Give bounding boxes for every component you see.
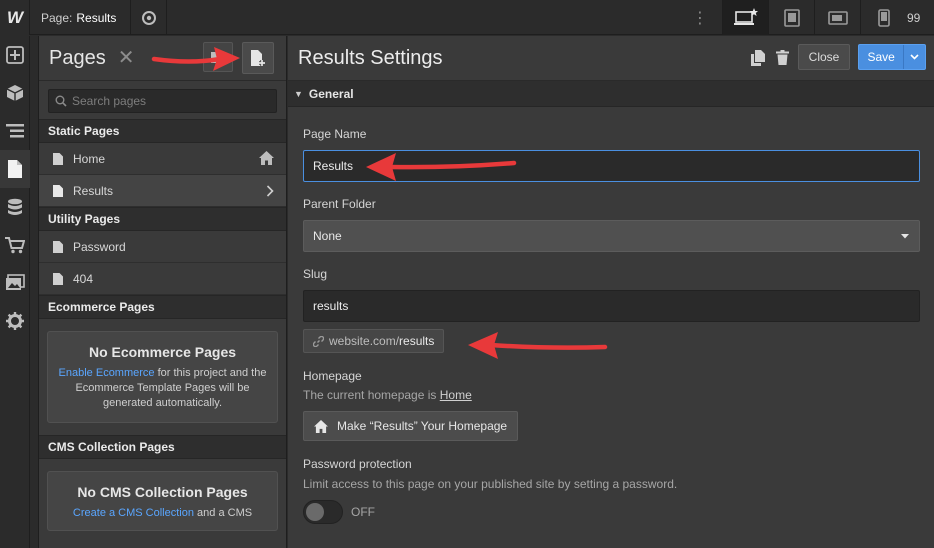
password-protection-label: Password protection xyxy=(303,457,412,471)
search-box xyxy=(48,89,277,113)
password-toggle[interactable] xyxy=(303,500,343,524)
navigator-icon[interactable] xyxy=(0,112,30,150)
pages-panel-header: Pages ✕ xyxy=(39,36,286,81)
top-bar: W Page: Results ⋮ 99 xyxy=(0,0,934,35)
page-settings-panel: Results Settings Close Save ▼ General Pa… xyxy=(288,36,934,548)
slug-url-chip[interactable]: website.com/results xyxy=(303,329,445,353)
add-folder-button[interactable] xyxy=(203,42,233,72)
canvas-width-readout: 99 xyxy=(907,10,921,25)
collapse-triangle-icon: ▼ xyxy=(294,88,303,99)
landscape-breakpoint-icon[interactable] xyxy=(814,0,860,35)
general-section-header[interactable]: ▼ General xyxy=(288,81,934,107)
create-cms-link[interactable]: Create a CMS Collection xyxy=(73,507,194,519)
current-page-name: Results xyxy=(76,10,117,25)
save-button[interactable]: Save xyxy=(858,44,926,70)
homepage-label: Homepage xyxy=(303,369,362,383)
parent-folder-label: Parent Folder xyxy=(303,197,376,211)
page-name-input[interactable] xyxy=(303,150,920,182)
left-toolbar xyxy=(0,36,30,548)
page-row-label: Results xyxy=(73,183,114,198)
page-breadcrumb[interactable]: Page: Results xyxy=(31,0,131,35)
page-doc-icon xyxy=(53,184,63,197)
slug-label: Slug xyxy=(303,267,328,281)
add-icon[interactable] xyxy=(0,36,30,74)
mobile-breakpoint-icon[interactable] xyxy=(860,0,906,35)
chevron-down-icon[interactable] xyxy=(903,45,925,69)
toggle-knob xyxy=(306,503,324,521)
password-protection-help: Limit access to this page on your publis… xyxy=(303,477,678,491)
page-row-label: 404 xyxy=(73,271,94,286)
slug-url-wrapper: website.com/results xyxy=(303,329,920,353)
close-button[interactable]: Close xyxy=(798,44,850,70)
preview-eye-icon[interactable] xyxy=(131,0,167,35)
make-homepage-button[interactable]: Make “Results” Your Homepage xyxy=(303,411,519,441)
settings-header: Results Settings Close Save xyxy=(288,36,934,81)
parent-folder-select[interactable]: None xyxy=(303,220,920,252)
page-prefix: Page: xyxy=(41,10,73,25)
page-name-label: Page Name xyxy=(303,127,367,141)
cms-empty-title: No CMS Collection Pages xyxy=(77,484,248,500)
add-page-button[interactable] xyxy=(242,42,274,74)
page-row-404[interactable]: 404 xyxy=(39,263,286,295)
tablet-breakpoint-icon[interactable] xyxy=(768,0,814,35)
make-homepage-wrapper: Make “Results” Your Homepage xyxy=(303,411,920,441)
trash-icon[interactable] xyxy=(776,50,789,65)
password-toggle-row: OFF xyxy=(303,500,920,524)
webflow-logo[interactable]: W xyxy=(0,0,30,35)
page-doc-icon xyxy=(53,240,63,253)
cms-empty-state: No CMS Collection Pages Create a CMS Col… xyxy=(47,471,278,531)
box-icon[interactable] xyxy=(0,74,30,112)
cms-pages-header: CMS Collection Pages xyxy=(39,435,286,459)
page-row-home[interactable]: Home xyxy=(39,143,286,175)
ecommerce-pages-header: Ecommerce Pages xyxy=(39,295,286,319)
utility-pages-header: Utility Pages xyxy=(39,207,286,231)
pages-panel: Pages ✕ Static Pages Home Results Utilit… xyxy=(38,36,287,548)
search-pages-input[interactable] xyxy=(72,94,252,108)
page-row-results[interactable]: Results xyxy=(39,175,286,207)
more-options-icon[interactable]: ⋮ xyxy=(688,0,712,35)
save-label: Save xyxy=(867,50,895,64)
page-row-password[interactable]: Password xyxy=(39,231,286,263)
home-icon xyxy=(259,151,274,165)
cms-icon[interactable] xyxy=(0,188,30,226)
settings-form: Page Name Parent Folder None Slug websit… xyxy=(288,127,934,524)
static-pages-header: Static Pages xyxy=(39,119,286,143)
close-icon[interactable]: ✕ xyxy=(118,48,135,68)
ecommerce-empty-state: No Ecommerce Pages Enable Ecommerce for … xyxy=(47,331,278,423)
home-icon xyxy=(314,419,328,433)
settings-icon[interactable] xyxy=(0,302,30,340)
enable-ecommerce-link[interactable]: Enable Ecommerce xyxy=(59,367,155,379)
password-toggle-state: OFF xyxy=(351,505,375,519)
duplicate-icon[interactable] xyxy=(751,50,765,66)
search-icon xyxy=(55,95,67,107)
link-icon xyxy=(313,335,324,347)
ecommerce-empty-title: No Ecommerce Pages xyxy=(88,344,237,360)
chevron-down-icon xyxy=(901,234,909,239)
page-doc-icon xyxy=(53,272,63,285)
page-row-label: Password xyxy=(73,239,126,254)
search-wrapper xyxy=(39,81,286,119)
homepage-link[interactable]: Home xyxy=(440,388,472,402)
ecommerce-icon[interactable] xyxy=(0,226,30,264)
pages-panel-title: Pages xyxy=(49,46,106,69)
assets-icon[interactable] xyxy=(0,264,30,302)
ecommerce-empty-text: Enable Ecommerce for this project and th… xyxy=(58,367,267,409)
settings-title: Results Settings xyxy=(298,46,443,69)
chevron-right-icon[interactable] xyxy=(266,185,274,197)
desktop-breakpoint-icon[interactable] xyxy=(722,0,768,35)
cms-empty-text: Create a CMS Collection and a CMS xyxy=(72,507,253,519)
page-row-label: Home xyxy=(73,151,106,166)
homepage-help: The current homepage is Home xyxy=(303,388,472,402)
pages-icon[interactable] xyxy=(0,150,30,188)
slug-input[interactable] xyxy=(303,290,920,322)
page-doc-icon xyxy=(53,152,63,165)
